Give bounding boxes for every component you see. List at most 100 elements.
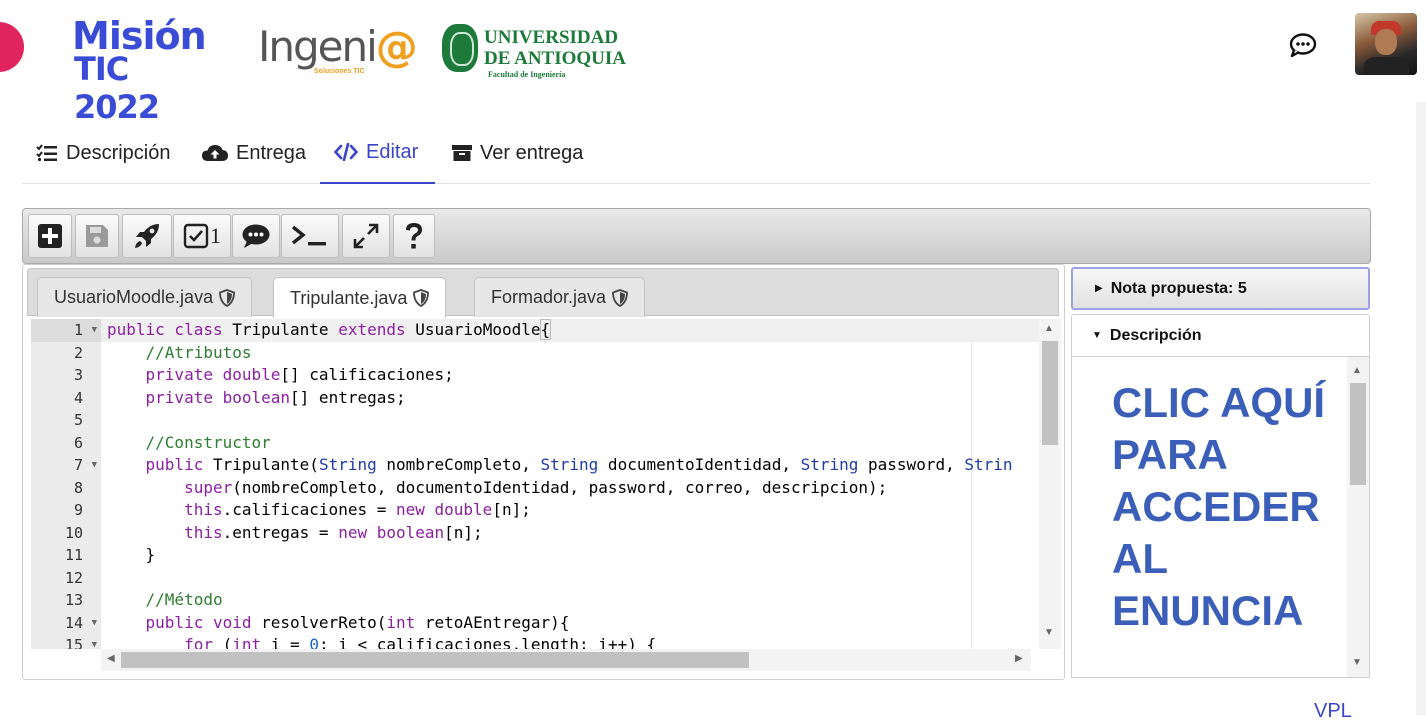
code-line: public Tripulante(String nombreCompleto,… bbox=[107, 455, 1013, 474]
messages-button[interactable] bbox=[1286, 30, 1320, 60]
fullscreen-button[interactable] bbox=[342, 214, 390, 258]
evaluate-count: 1 bbox=[210, 223, 221, 248]
plus-square-icon bbox=[38, 224, 62, 248]
caret-down-icon: ▼ bbox=[1092, 330, 1102, 341]
scroll-left-icon[interactable]: ◀ bbox=[107, 653, 115, 664]
line-number: 1 ▼ bbox=[31, 319, 101, 342]
file-tabs-bar: UsuarioMoodle.java Tripulante.java Forma… bbox=[27, 268, 1059, 318]
code-line: super(nombreCompleto, documentoIdentidad… bbox=[107, 477, 888, 497]
run-button[interactable] bbox=[122, 214, 172, 258]
comments-button[interactable] bbox=[232, 214, 280, 258]
scroll-thumb[interactable] bbox=[1350, 383, 1366, 485]
mision-tic-logo: Misión TIC 2022 bbox=[68, 4, 218, 126]
scroll-down-icon[interactable]: ▼ bbox=[1044, 627, 1054, 638]
tab-label: Ver entrega bbox=[480, 141, 584, 164]
line-number: 11 bbox=[64, 546, 83, 564]
scroll-up-icon[interactable]: ▲ bbox=[1044, 323, 1054, 334]
logo-text: TIC 2022 bbox=[74, 50, 160, 126]
scroll-up-icon[interactable]: ▲ bbox=[1352, 365, 1362, 376]
scroll-right-icon[interactable]: ▶ bbox=[1015, 653, 1023, 664]
scroll-thumb[interactable] bbox=[1042, 341, 1058, 445]
code-area[interactable]: 1 ▼ 2 3 4 5 6 7 ▼ 8 9 10 11 12 13 14 ▼ 15 ▼ … bbox=[31, 319, 1061, 649]
tab-label: Entrega bbox=[236, 141, 307, 164]
code-line: public class Tripulante extends UsuarioM… bbox=[101, 319, 1039, 342]
evaluate-button[interactable]: 1 bbox=[173, 214, 231, 258]
descripcion-scrollbar[interactable]: ▲ ▼ bbox=[1347, 357, 1369, 677]
code-line: } bbox=[107, 545, 156, 564]
code-line: this.calificaciones = new double[n]; bbox=[107, 500, 531, 519]
fold-arrow-icon: ▼ bbox=[91, 460, 97, 470]
cloud-upload-icon bbox=[202, 145, 228, 161]
rocket-icon bbox=[135, 224, 159, 248]
help-button[interactable] bbox=[393, 214, 435, 258]
print-margin bbox=[971, 319, 972, 649]
file-tab-tripulante[interactable]: Tripulante.java bbox=[273, 277, 447, 318]
nota-propuesta-toggle[interactable]: ▶ Nota propuesta: 5 bbox=[1071, 267, 1370, 310]
shield-icon bbox=[612, 288, 628, 307]
logo-subtext: Soluciones TIC bbox=[314, 68, 365, 75]
tab-label: Descripción bbox=[66, 141, 171, 164]
expand-icon bbox=[353, 223, 379, 249]
code-line: //Constructor bbox=[107, 432, 271, 452]
udea-seal-icon bbox=[442, 24, 478, 72]
caret-right-icon: ▶ bbox=[1095, 283, 1103, 294]
terminal-icon bbox=[291, 225, 326, 246]
ingenia-logo: Ingeni@ Soluciones TIC bbox=[258, 22, 418, 82]
line-number: 13 bbox=[64, 591, 83, 609]
code-horizontal-scrollbar[interactable]: ◀ ▶ bbox=[101, 649, 1031, 671]
save-button[interactable] bbox=[75, 214, 119, 258]
tab-editar[interactable]: Editar bbox=[320, 122, 435, 184]
file-tab-formador[interactable]: Formador.java bbox=[474, 277, 646, 317]
fold-arrow-icon: ▼ bbox=[91, 640, 97, 649]
editor-toolbar: 1 bbox=[22, 208, 1371, 264]
descripcion-toggle[interactable]: ▼ Descripción bbox=[1071, 314, 1370, 357]
descripcion-label: Descripción bbox=[1109, 326, 1202, 344]
line-number: 12 bbox=[64, 568, 83, 587]
line-number: 6 bbox=[73, 433, 83, 452]
line-number: 8 bbox=[73, 478, 83, 497]
console-button[interactable] bbox=[281, 214, 339, 258]
file-tab-label: UsuarioMoodle.java bbox=[54, 287, 214, 307]
line-number: 15 ▼ bbox=[31, 634, 101, 649]
code-editor-panel: UsuarioMoodle.java Tripulante.java Forma… bbox=[22, 264, 1065, 680]
menu-toggle-button[interactable] bbox=[0, 22, 24, 72]
tab-entrega[interactable]: Entrega bbox=[188, 122, 320, 184]
code-text[interactable]: public class Tripulante extends UsuarioM… bbox=[101, 319, 1039, 649]
archive-icon bbox=[452, 145, 472, 161]
code-line: //Método bbox=[107, 590, 223, 609]
shield-icon bbox=[219, 288, 235, 307]
line-number: 14 ▼ bbox=[31, 612, 101, 635]
vpl-link[interactable]: VPL bbox=[1314, 700, 1352, 723]
enunciado-link[interactable]: CLIC AQUÍ PARA ACCEDER AL ENUNCIA bbox=[1112, 377, 1332, 637]
page-scrollbar[interactable] bbox=[1416, 102, 1426, 715]
line-number: 7 ▼ bbox=[31, 454, 101, 477]
code-line: //Atributos bbox=[107, 342, 252, 362]
file-tab-label: Formador.java bbox=[491, 287, 607, 307]
chat-icon bbox=[1289, 33, 1317, 58]
comment-icon bbox=[242, 224, 270, 248]
shield-icon bbox=[413, 289, 430, 307]
code-vertical-scrollbar[interactable]: ▲ ▼ bbox=[1039, 319, 1061, 649]
descripcion-panel: CLIC AQUÍ PARA ACCEDER AL ENUNCIA ▲ ▼ bbox=[1071, 357, 1370, 678]
scroll-down-icon[interactable]: ▼ bbox=[1352, 657, 1362, 668]
code-line: private boolean[] entregas; bbox=[107, 387, 406, 407]
new-file-button[interactable] bbox=[28, 214, 72, 258]
tab-ver-entrega[interactable]: Ver entrega bbox=[438, 122, 597, 184]
line-number: 5 bbox=[73, 411, 83, 429]
line-number: 9 bbox=[73, 501, 83, 519]
fold-arrow-icon: ▼ bbox=[91, 617, 97, 628]
udea-logo: UNIVERSIDAD DE ANTIOQUIA Facultad de Inge… bbox=[442, 24, 632, 84]
scroll-thumb[interactable] bbox=[121, 652, 749, 668]
tab-label: Editar bbox=[366, 140, 419, 163]
avatar-face bbox=[1375, 29, 1397, 55]
line-number: 4 bbox=[73, 388, 83, 407]
code-icon bbox=[334, 143, 358, 161]
activity-tabs: Descripción Entrega Editar Ver entrega bbox=[22, 122, 1371, 184]
tab-descripcion[interactable]: Descripción bbox=[22, 122, 184, 184]
line-number: 2 bbox=[73, 343, 83, 362]
list-check-icon bbox=[36, 144, 57, 162]
user-avatar[interactable] bbox=[1355, 13, 1417, 75]
file-tab-usuariomoodle[interactable]: UsuarioMoodle.java bbox=[37, 277, 253, 317]
